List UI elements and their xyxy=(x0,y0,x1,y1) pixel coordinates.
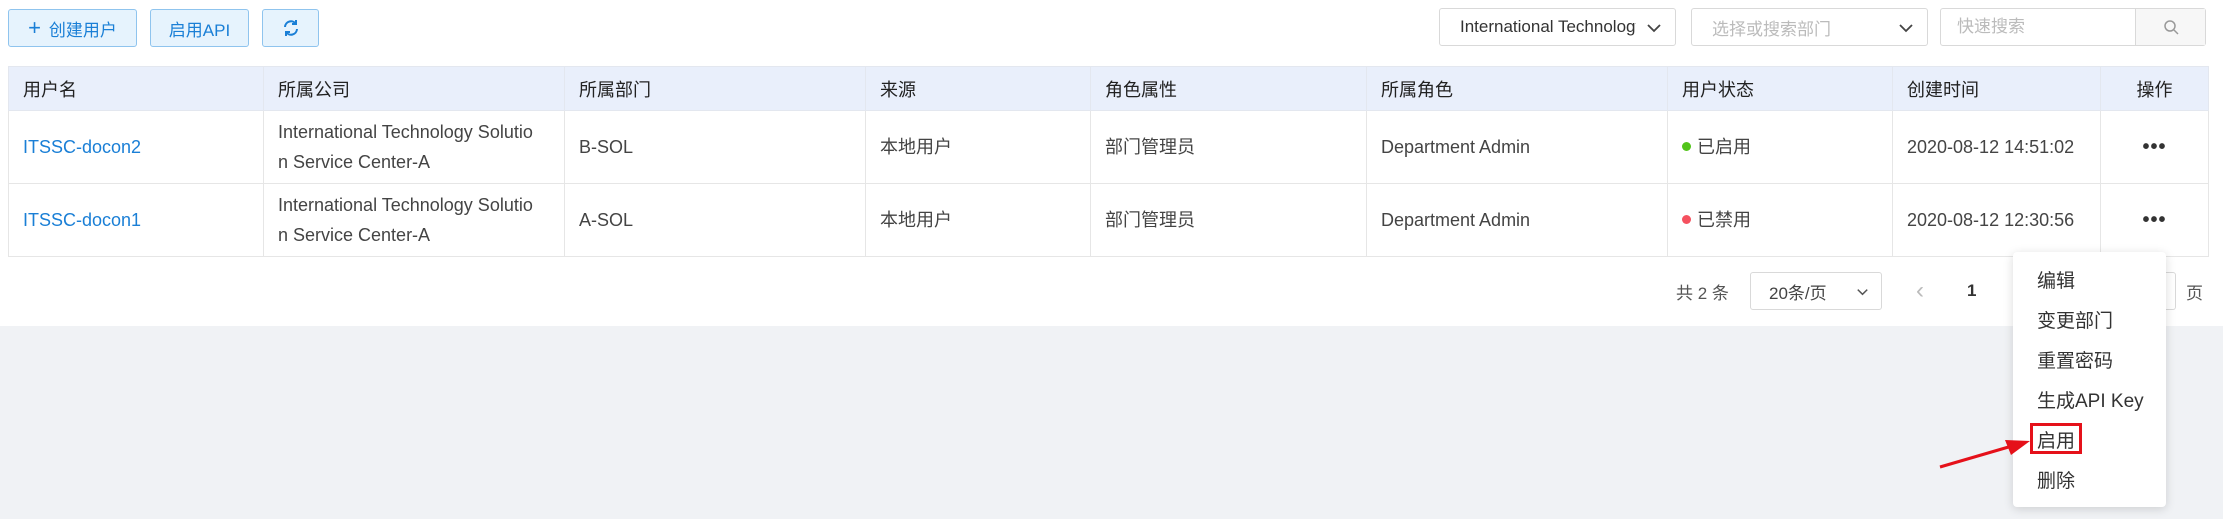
username-link[interactable]: ITSSC-docon2 xyxy=(8,110,264,184)
status-enabled-dot xyxy=(1682,141,1691,151)
department-cell: A-SOL xyxy=(564,183,866,257)
created-time-cell: 2020-08-12 12:30:56 xyxy=(1892,183,2101,257)
refresh-icon xyxy=(283,20,298,36)
status-cell: 已启用 xyxy=(1667,110,1893,184)
ops-cell: ••• xyxy=(2100,110,2209,184)
company-line: International Technology Solutio xyxy=(278,195,533,215)
status-disabled-dot xyxy=(1682,214,1691,224)
page-suffix: 页 xyxy=(2186,283,2203,303)
enable-api-button[interactable]: 启用API xyxy=(150,9,249,47)
pagination-total: 共 2 条 xyxy=(1676,283,1729,303)
username-link[interactable]: ITSSC-docon1 xyxy=(8,183,264,257)
table-row: ITSSC-docon2 International Technology So… xyxy=(8,110,2209,184)
refresh-button[interactable] xyxy=(262,9,319,47)
status-text: 已禁用 xyxy=(1697,210,1751,230)
company-cell: International Technology Solutio n Servi… xyxy=(263,110,565,184)
search-input[interactable] xyxy=(1941,9,2135,45)
company-select[interactable]: International Technology Solution Servic… xyxy=(1439,8,1676,46)
search-button[interactable] xyxy=(2135,9,2205,45)
quick-search xyxy=(1940,8,2206,46)
create-user-label: 创建用户 xyxy=(48,20,117,40)
users-table: 用户名 所属公司 所属部门 来源 角色属性 所属角色 用户状态 创建时间 操作 … xyxy=(8,66,2209,257)
column-header[interactable]: 所属部门 xyxy=(564,66,866,111)
source-cell: 本地用户 xyxy=(865,183,1091,257)
chevron-down-icon xyxy=(1899,24,1913,33)
company-select-value: International Technology Solution Servic… xyxy=(1460,17,1636,36)
menu-item-reset-password[interactable]: 重置密码 xyxy=(2037,346,2113,373)
prev-page-button[interactable]: ‹ xyxy=(1916,272,1924,310)
menu-item-edit[interactable]: 编辑 xyxy=(2037,266,2075,293)
role-cell: Department Admin xyxy=(1366,183,1668,257)
more-actions-icon[interactable]: ••• xyxy=(2142,136,2166,158)
search-icon xyxy=(2163,20,2179,35)
created-time-cell: 2020-08-12 14:51:02 xyxy=(1892,110,2101,184)
page-size-value: 20条/页 xyxy=(1769,283,1827,303)
menu-item-change-department[interactable]: 变更部门 xyxy=(2037,306,2113,333)
row-actions-menu: 编辑 变更部门 重置密码 生成API Key 启用 删除 xyxy=(2013,252,2166,507)
column-header[interactable]: 所属公司 xyxy=(263,66,565,111)
status-cell: 已禁用 xyxy=(1667,183,1893,257)
table-header-row: 用户名 所属公司 所属部门 来源 角色属性 所属角色 用户状态 创建时间 操作 xyxy=(8,66,2209,111)
department-select[interactable]: 选择或搜索部门 xyxy=(1691,8,1928,46)
menu-item-delete[interactable]: 删除 xyxy=(2037,466,2075,493)
menu-item-generate-api-key[interactable]: 生成API Key xyxy=(2037,386,2144,413)
company-line: n Service Center-A xyxy=(278,152,431,172)
current-page[interactable]: 1 xyxy=(1967,272,1976,310)
company-line: International Technology Solutio xyxy=(278,122,533,142)
highlight-box xyxy=(2030,423,2082,454)
more-actions-icon[interactable]: ••• xyxy=(2142,209,2166,231)
column-header[interactable]: 用户名 xyxy=(8,66,264,111)
ops-cell: ••• xyxy=(2100,183,2209,257)
plus-icon: + xyxy=(28,15,41,40)
department-cell: B-SOL xyxy=(564,110,866,184)
table-row: ITSSC-docon1 International Technology So… xyxy=(8,183,2209,257)
role-attribute-cell: 部门管理员 xyxy=(1090,183,1367,257)
role-cell: Department Admin xyxy=(1366,110,1668,184)
company-line: n Service Center-A xyxy=(278,225,431,245)
column-header[interactable]: 所属角色 xyxy=(1366,66,1668,111)
column-header[interactable]: 用户状态 xyxy=(1667,66,1893,111)
column-header: 操作 xyxy=(2100,66,2209,111)
column-header[interactable]: 来源 xyxy=(865,66,1091,111)
department-select-placeholder: 选择或搜索部门 xyxy=(1712,19,1831,39)
status-text: 已启用 xyxy=(1697,137,1751,157)
create-user-button[interactable]: + 创建用户 xyxy=(8,9,137,47)
column-header[interactable]: 创建时间 xyxy=(1892,66,2101,111)
chevron-down-icon xyxy=(1857,289,1868,296)
column-header[interactable]: 角色属性 xyxy=(1090,66,1367,111)
main-panel: + 创建用户 启用API International Technology So… xyxy=(0,0,2223,326)
chevron-down-icon xyxy=(1647,24,1661,33)
role-attribute-cell: 部门管理员 xyxy=(1090,110,1367,184)
company-cell: International Technology Solutio n Servi… xyxy=(263,183,565,257)
toolbar: + 创建用户 启用API International Technology So… xyxy=(0,0,2223,60)
source-cell: 本地用户 xyxy=(865,110,1091,184)
page-size-select[interactable]: 20条/页 xyxy=(1750,272,1882,310)
